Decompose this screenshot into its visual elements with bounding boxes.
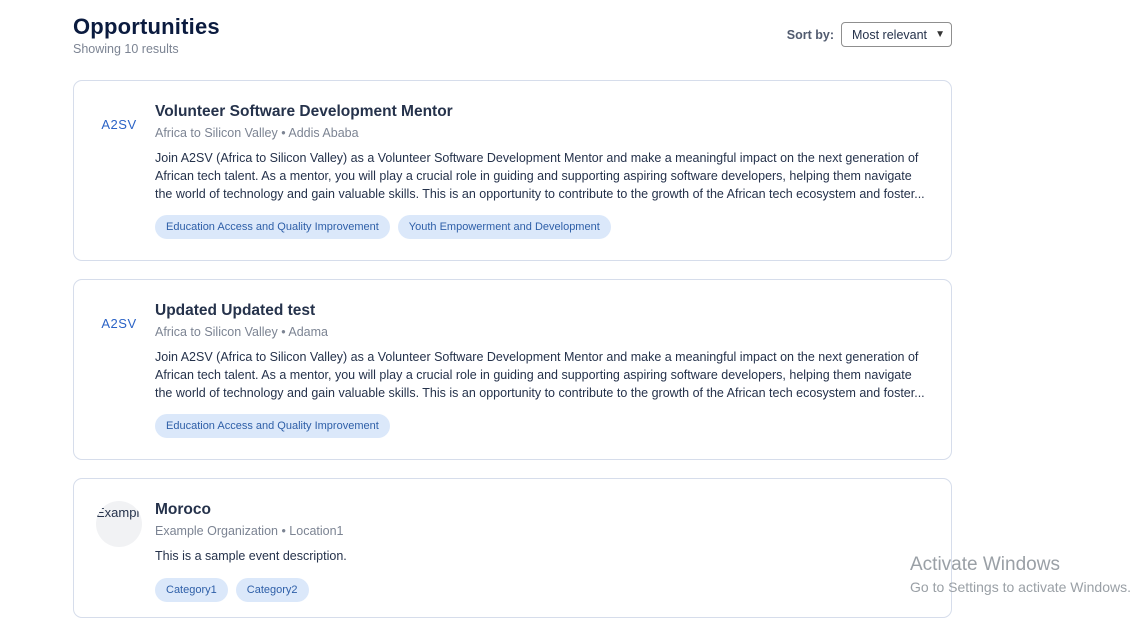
card-meta: Africa to Silicon Valley • Adama: [155, 325, 328, 339]
card-body: Updated Updated test Africa to Silicon V…: [155, 302, 929, 438]
organization-logo: A2SV: [96, 300, 142, 346]
activate-windows-subtext: Go to Settings to activate Windows.: [910, 579, 1131, 595]
card-body: Moroco Example Organization • Location1 …: [155, 501, 929, 602]
card-tags: Category1 Category2: [155, 578, 929, 602]
organization-logo: Exampl: [96, 501, 142, 547]
organization-logo: A2SV: [96, 101, 142, 147]
card-title[interactable]: Volunteer Software Development Mentor: [155, 103, 929, 121]
a2sv-logo: A2SV: [101, 315, 137, 331]
opportunity-card[interactable]: Exampl Moroco Example Organization • Loc…: [73, 478, 952, 618]
card-description: Join A2SV (Africa to Silicon Valley) as …: [155, 151, 925, 201]
card-description: This is a sample event description.: [155, 549, 347, 563]
broken-image-alt-text: Exampl: [96, 505, 140, 520]
category-tag: Education Access and Quality Improvement: [155, 414, 390, 438]
page-title: Opportunities: [73, 14, 220, 39]
card-tags: Education Access and Quality Improvement: [155, 414, 929, 438]
card-meta: Africa to Silicon Valley • Addis Ababa: [155, 126, 359, 140]
sort-label: Sort by:: [786, 27, 834, 42]
sort-control: Sort by: Most relevant ▼: [787, 22, 952, 47]
card-description: Join A2SV (Africa to Silicon Valley) as …: [155, 350, 925, 400]
opportunity-card[interactable]: A2SV Updated Updated test Africa to Sili…: [73, 279, 952, 460]
category-tag: Category2: [235, 578, 309, 602]
card-title[interactable]: Moroco: [155, 501, 929, 519]
card-body: Volunteer Software Development Mentor Af…: [155, 103, 929, 239]
category-tag: Education Access and Quality Improvement: [155, 215, 390, 239]
activate-windows-watermark: Activate Windows: [910, 554, 1060, 575]
opportunity-card[interactable]: A2SV Volunteer Software Development Ment…: [73, 80, 952, 261]
sort-select-value: Most relevant: [852, 27, 928, 42]
a2sv-logo: A2SV: [101, 116, 137, 132]
chevron-down-icon: ▼: [935, 29, 945, 40]
card-tags: Education Access and Quality Improvement…: [155, 215, 929, 239]
sort-select[interactable]: Most relevant ▼: [841, 22, 952, 47]
card-meta: Example Organization • Location1: [155, 524, 344, 538]
card-title[interactable]: Updated Updated test: [155, 302, 929, 320]
category-tag: Category1: [155, 578, 228, 602]
category-tag: Youth Empowerment and Development: [397, 215, 611, 239]
results-count: Showing 10 results: [73, 42, 179, 56]
page-header: Opportunities Showing 10 results Sort by…: [73, 14, 952, 64]
